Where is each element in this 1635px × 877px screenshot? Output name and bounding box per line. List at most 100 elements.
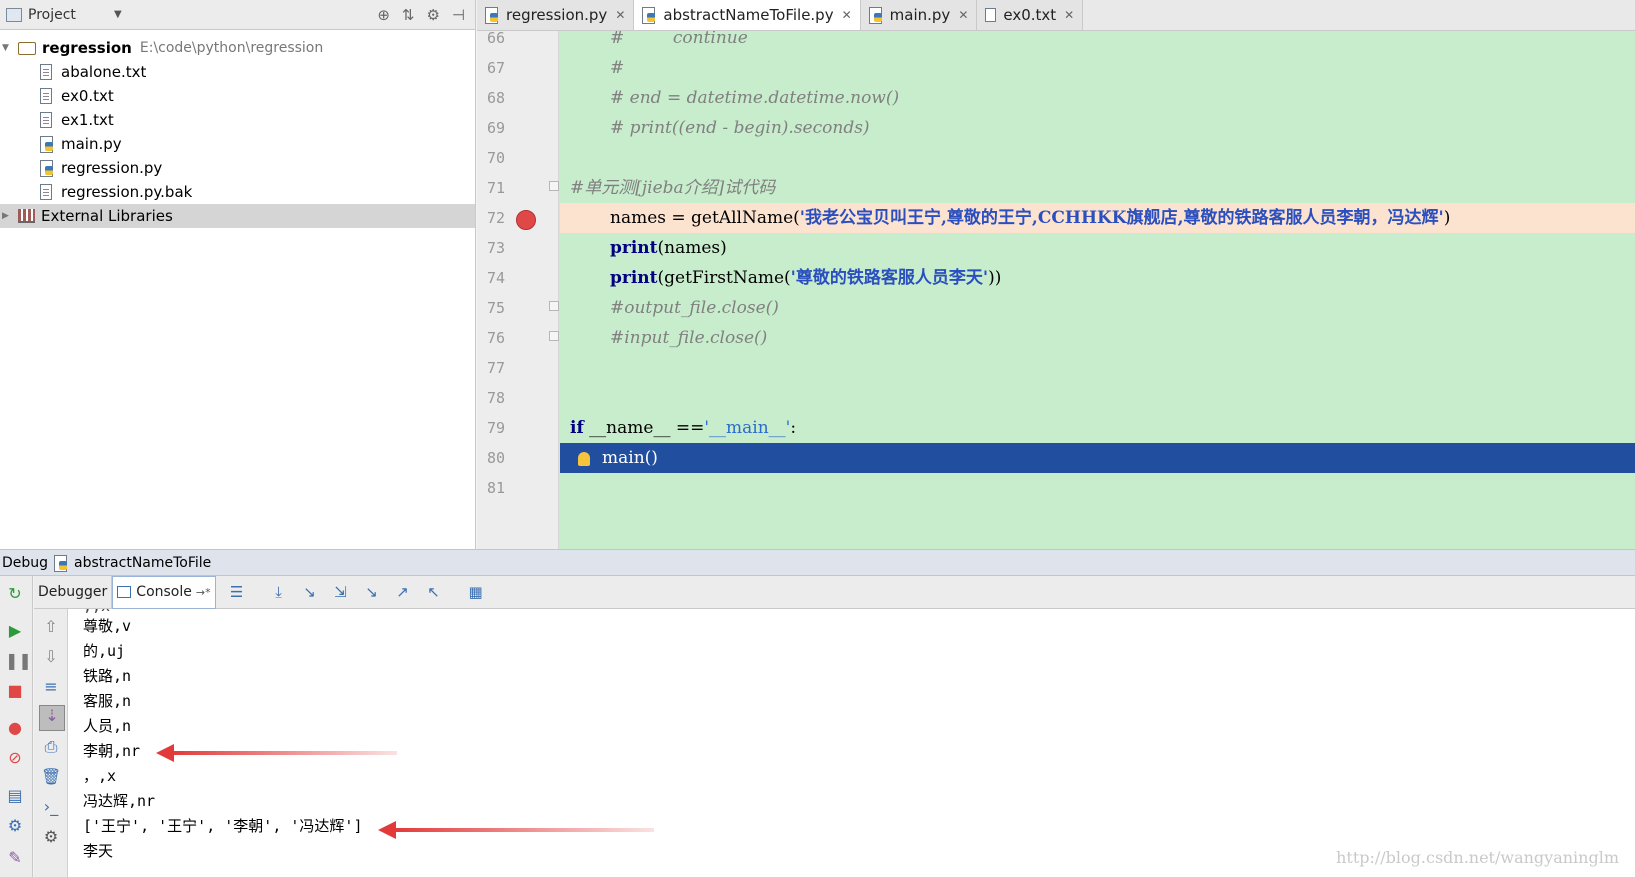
layout-icon[interactable]: ▤ [5,786,25,806]
code-line-80-current: main() [560,443,1635,473]
pin-tab-icon[interactable]: →* [196,586,211,599]
tab-main-py[interactable]: main.py ✕ [860,0,978,30]
evaluate-expression-icon[interactable]: ▦ [466,582,486,602]
expand-triangle-icon[interactable]: ▼ [2,43,14,53]
close-icon[interactable]: ✕ [842,8,852,22]
fold-marker-icon[interactable] [549,331,559,341]
tab-console[interactable]: Console →* [112,575,216,609]
rerun-icon[interactable]: ↻ [5,584,25,604]
console-output[interactable]: ,,x 尊敬,v 的,uj 铁路,n 客服,n 人员,n 李朝,nr ，,x 冯… [68,609,1635,877]
tree-file-regression-py[interactable]: regression.py [0,156,475,180]
gear-icon[interactable]: ⚙ [426,6,439,24]
mute-breakpoints-icon[interactable]: ⊘ [5,748,25,768]
text-file-icon [40,88,52,104]
line-number: 76 [486,329,505,347]
view-breakpoints-icon[interactable]: ● [5,718,25,738]
root-folder-name: regression [42,39,132,57]
file-name: ex1.txt [61,111,114,129]
annotation-arrow [156,744,397,762]
debug-title: Debug [2,554,49,571]
tab-regression-py[interactable]: regression.py ✕ [477,0,635,30]
watermark: http://blog.csdn.net/wangyaninglm [1336,848,1619,867]
editor-gutter[interactable]: 66 67 68 69 70 71 72 73 74 75 76 77 78 7… [477,29,559,549]
pause-icon[interactable]: ❚❚ [5,651,32,671]
tree-file-ex1[interactable]: ex1.txt [0,108,475,132]
resume-icon[interactable]: ▶ [5,621,25,641]
console-line: 的,uj [83,642,126,660]
code-text: : [790,418,797,438]
console-line: 铁路,n [83,667,132,685]
chevron-down-icon[interactable]: ▼ [114,9,122,20]
gear-icon[interactable]: ⚙ [5,816,25,836]
comment: #output_file.close() [610,298,779,318]
fold-marker-icon[interactable] [549,181,559,191]
debug-tab-bar: Debugger Console →* ☰ ⤓ ↘ ⇲ ↘ ↗ ↖ ▦ [34,575,1635,609]
tree-file-regression-bak[interactable]: regression.py.bak [0,180,475,204]
python-file-icon [642,7,656,24]
python-file-icon [40,160,54,177]
tree-file-main[interactable]: main.py [0,132,475,156]
close-icon[interactable]: ✕ [1064,8,1074,22]
hide-icon[interactable]: ⊣ [452,6,465,24]
debug-title-bar: Debug abstractNameToFile [0,549,1635,576]
code-text: names = getAllName( [610,208,800,228]
python-file-icon [54,554,68,572]
comment: # print((end - begin).seconds) [610,118,870,138]
line-number: 80 [486,449,505,467]
code-line-74: print(getFirstName('尊敬的铁路客服人员李天')) [560,263,1635,293]
scroll-to-end-icon[interactable]: ⇣ [39,705,65,731]
step-into-icon[interactable]: ↘ [300,582,320,602]
console-line: 人员,n [83,717,132,735]
step-into-my-code-icon[interactable]: ⇲ [331,582,351,602]
line-number: 68 [486,89,505,107]
tree-external-libraries[interactable]: ▶ External Libraries [0,204,475,228]
external-libraries-label: External Libraries [41,207,173,225]
down-arrow-icon[interactable]: ⇩ [41,647,61,667]
settings-icon[interactable]: ⚙ [41,827,61,847]
project-header[interactable]: Project ▼ ⊕ ⇅ ⚙ ⊣ [0,0,475,30]
text-file-icon [985,8,997,22]
collapse-icon[interactable]: ⇅ [402,6,415,24]
pin-icon[interactable]: ✎ [5,848,25,868]
tab-abstract-name-to-file[interactable]: abstractNameToFile.py ✕ [634,0,861,30]
tree-root-regression[interactable]: ▼ regression E:\code\python\regression [0,36,475,60]
python-console-icon[interactable]: ›_ [41,797,61,817]
tab-ex0-txt[interactable]: ex0.txt ✕ [977,0,1084,30]
keyword: print [610,268,658,288]
up-arrow-icon[interactable]: ⇧ [41,617,61,637]
console-line: ['王宁', '王宁', '李朝', '冯达辉'] [83,817,363,835]
fold-marker-icon[interactable] [549,301,559,311]
close-icon[interactable]: ✕ [615,8,625,22]
library-icon [18,209,35,223]
run-to-cursor-icon[interactable]: ↖ [424,582,444,602]
stop-icon[interactable]: ■ [5,681,25,701]
code-line-71: #单元测[jieba介绍]试代码 [560,173,1635,203]
console-line: 冯达辉,nr [83,792,156,810]
code-area[interactable]: # continue # # end = datetime.datetime.n… [560,31,1635,549]
lightbulb-icon[interactable] [578,451,590,466]
force-step-into-icon[interactable]: ↘ [362,582,382,602]
tab-label: Debugger [38,584,108,600]
line-number: 75 [486,299,505,317]
close-icon[interactable]: ✕ [958,8,968,22]
breakpoint-icon[interactable] [516,210,536,230]
soft-wrap-icon[interactable]: ≡ [41,677,61,697]
step-over-icon[interactable]: ⤓ [269,582,289,602]
comment: #input_file.close() [610,328,768,348]
trash-icon[interactable]: 🗑 [41,767,61,787]
console-line: ，,x [83,767,117,785]
locate-icon[interactable]: ⊕ [377,6,390,24]
line-number: 81 [486,479,505,497]
text-file-icon [40,184,52,200]
code-line-67: # [560,53,1635,83]
step-out-icon[interactable]: ↗ [393,582,413,602]
code-line-68: # end = datetime.datetime.now() [560,83,1635,113]
tree-file-ex0[interactable]: ex0.txt [0,84,475,108]
collapsed-triangle-icon[interactable]: ▶ [2,211,14,221]
string-literal: '__main__' [704,418,791,438]
print-icon[interactable]: ⎙ [41,737,61,757]
show-execution-point-icon[interactable]: ☰ [227,582,247,602]
tab-debugger[interactable]: Debugger [34,575,113,609]
tree-file-abalone[interactable]: abalone.txt [0,60,475,84]
line-number: 74 [486,269,505,287]
